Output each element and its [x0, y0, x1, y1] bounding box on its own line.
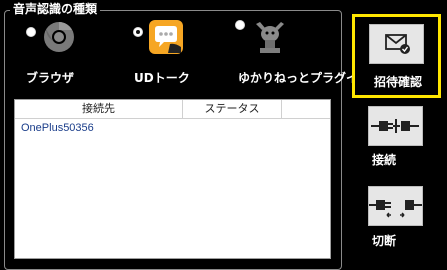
plug-disconnect-icon [369, 200, 422, 218]
table-row[interactable]: OnePlus50356 [21, 122, 94, 134]
column-header-status[interactable]: ステータス [183, 100, 282, 118]
column-header-destination[interactable]: 接続先 [15, 100, 183, 118]
connection-table[interactable]: 接続先 ステータス OnePlus50356 [14, 99, 331, 259]
group-title: 音声認識の種類 [10, 1, 101, 17]
connect-button[interactable] [368, 106, 423, 146]
radio-udtalk[interactable] [133, 27, 143, 37]
radio-browser[interactable] [26, 27, 36, 37]
engine-label-udtalk: UDトーク [134, 71, 190, 85]
engine-label-plugin: ゆかりねっとプラグイン [238, 71, 371, 85]
invite-button-face[interactable] [369, 24, 424, 64]
chat-bubble-icon[interactable] [148, 19, 184, 59]
plugin-icon[interactable] [252, 20, 292, 60]
mail-check-icon [385, 34, 410, 54]
plug-connect-icon [371, 119, 419, 133]
invite-button-label: 招待確認 [374, 75, 423, 89]
disconnect-button[interactable] [368, 186, 423, 226]
engine-label-browser: ブラウザ [26, 71, 75, 85]
disconnect-button-label: 切断 [372, 234, 397, 248]
invite-confirm-button[interactable]: 招待確認 [352, 14, 441, 98]
radio-plugin[interactable] [235, 20, 245, 30]
connect-button-label: 接続 [372, 153, 397, 167]
table-header: 接続先 ステータス [15, 100, 330, 119]
chrome-icon[interactable] [42, 20, 76, 58]
